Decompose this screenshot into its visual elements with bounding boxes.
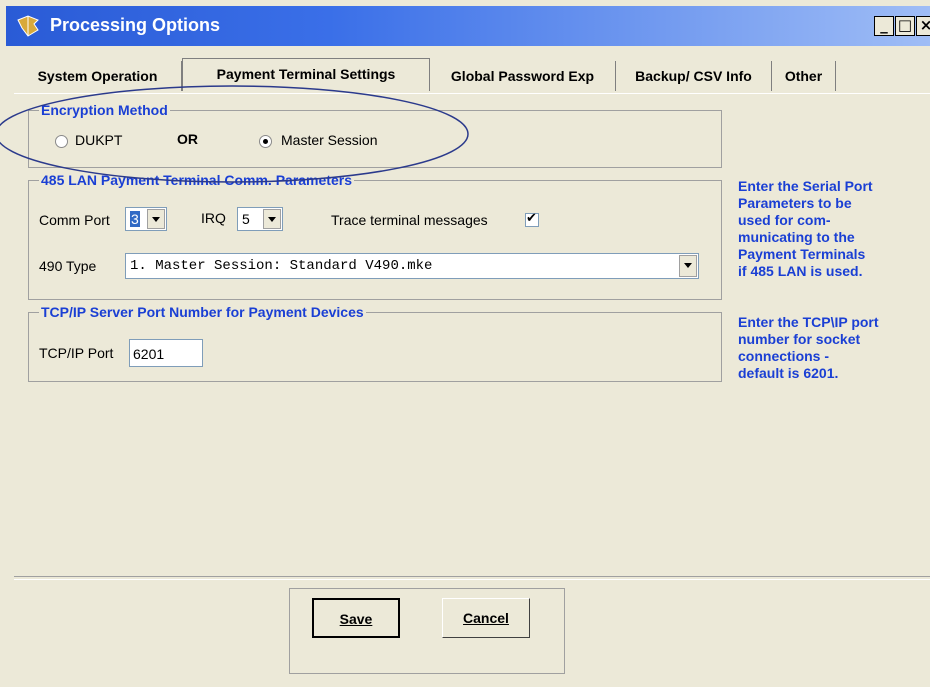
help-line: used for com- [738,212,831,228]
irq-select[interactable]: 5 [237,207,283,231]
trace-messages-label: Trace terminal messages [331,212,488,228]
tcp-port-input[interactable]: 6201 [129,339,203,367]
title-bar[interactable]: Processing Options _ □ × [6,6,930,46]
irq-label: IRQ [201,210,226,226]
irq-dropdown-icon[interactable] [263,209,281,229]
type-490-select[interactable]: 1. Master Session: Standard V490.mke [125,253,699,279]
comm-port-select[interactable]: 3 [125,207,167,231]
type-490-label: 490 Type [39,258,97,274]
help-line: default is 6201. [738,365,839,381]
tcp-port-legend: TCP/IP Server Port Number for Payment De… [39,304,366,320]
serial-port-help: Enter the Serial Port Parameters to be u… [738,178,873,280]
cancel-button[interactable]: Cancel [442,598,530,638]
button-panel: Save Cancel [289,588,565,674]
tab-divider [14,93,930,94]
help-line: connections - [738,348,830,364]
help-line: Payment Terminals [738,246,866,262]
tcp-port-help: Enter the TCP\IP port number for socket … [738,314,879,382]
lan-parameters-group: 485 LAN Payment Terminal Comm. Parameter… [28,172,722,300]
type-490-dropdown-icon[interactable] [679,255,697,277]
encryption-method-legend: Encryption Method [39,102,170,118]
help-line: Parameters to be [738,195,852,211]
footer-separator [14,576,930,580]
trace-messages-checkbox[interactable] [525,211,539,227]
irq-value: 5 [242,211,250,227]
app-icon [17,15,39,37]
dukpt-radio[interactable] [55,135,68,148]
help-line: number for socket [738,331,861,347]
tab-other[interactable]: Other [772,61,836,91]
comm-port-dropdown-icon[interactable] [147,209,165,229]
dukpt-label[interactable]: DUKPT [75,132,122,148]
type-490-value: 1. Master Session: Standard V490.mke [130,258,433,274]
comm-port-label: Comm Port [39,212,110,228]
master-session-label[interactable]: Master Session [281,132,377,148]
master-session-radio[interactable] [259,135,272,148]
help-line: municating to the [738,229,855,245]
minimize-button[interactable]: _ [874,16,894,36]
comm-port-value: 3 [130,211,140,227]
or-label: OR [177,131,198,147]
tab-backup-csv-info[interactable]: Backup/ CSV Info [616,61,772,91]
help-line: Enter the Serial Port [738,178,873,194]
close-button[interactable]: × [916,16,930,36]
help-line: Enter the TCP\IP port [738,314,879,330]
tab-system-operation[interactable]: System Operation [14,61,182,91]
save-button[interactable]: Save [312,598,400,638]
lan-parameters-legend: 485 LAN Payment Terminal Comm. Parameter… [39,172,354,188]
maximize-button[interactable]: □ [895,16,915,36]
processing-options-window: Processing Options _ □ × System Operatio… [0,0,930,687]
tab-payment-terminal-settings[interactable]: Payment Terminal Settings [182,58,430,91]
tcp-port-label: TCP/IP Port [39,345,114,361]
help-line: if 485 LAN is used. [738,263,863,279]
encryption-method-group: Encryption Method DUKPT OR Master Sessio… [28,102,722,168]
tcp-port-group: TCP/IP Server Port Number for Payment De… [28,304,722,382]
window-title: Processing Options [50,15,221,35]
tab-global-password-exp[interactable]: Global Password Exp [430,61,616,91]
